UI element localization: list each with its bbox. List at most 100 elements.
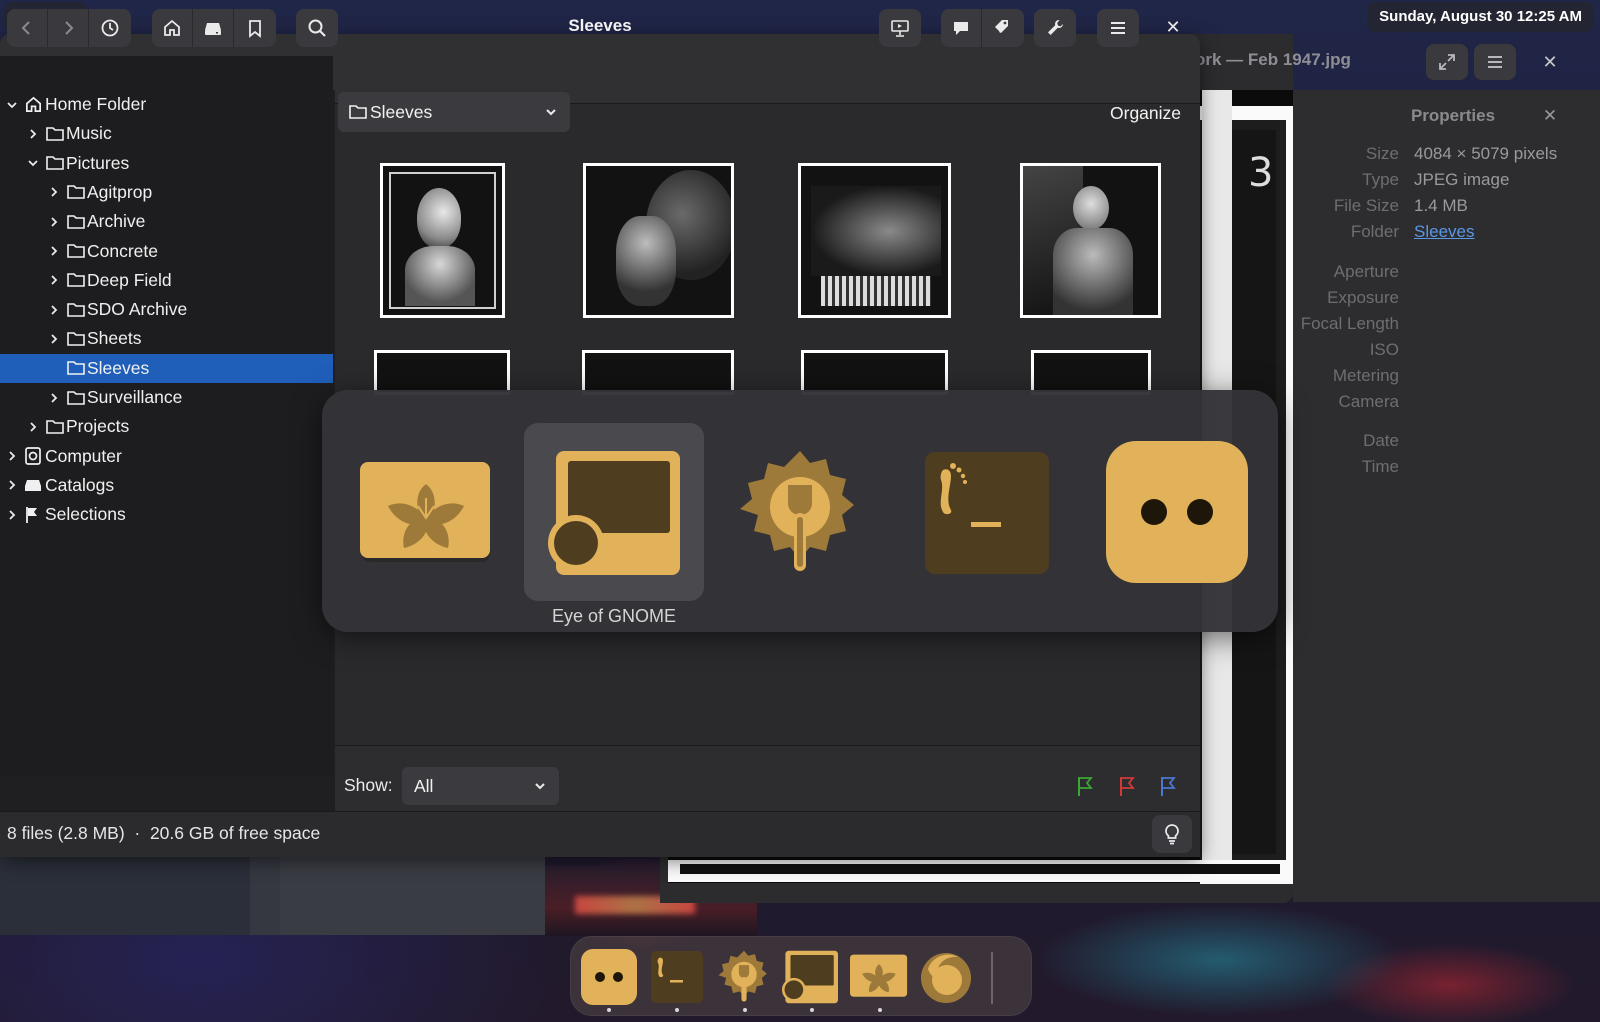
home-icon xyxy=(24,96,44,114)
thumbnail[interactable] xyxy=(798,163,951,318)
folder-icon xyxy=(45,154,65,172)
tree-item-concrete[interactable]: Concrete xyxy=(0,237,333,266)
switcher-app-terminal[interactable] xyxy=(922,449,1052,577)
tree-item-computer[interactable]: Computer xyxy=(0,442,333,471)
blue-flag-icon[interactable] xyxy=(1158,775,1178,797)
wrench-icon xyxy=(1048,20,1063,35)
history-icon xyxy=(101,19,118,37)
filter-dropdown[interactable]: All xyxy=(402,767,559,805)
dock-app-firefox[interactable] xyxy=(917,948,975,1006)
chevron-right-icon[interactable] xyxy=(46,302,62,318)
property-row: Aperture xyxy=(1293,262,1600,284)
chevron-right-icon[interactable] xyxy=(4,448,20,464)
bookmarks-button[interactable] xyxy=(234,9,275,47)
tree-item-label: Archive xyxy=(87,211,146,232)
property-folder-link[interactable]: Sleeves xyxy=(1414,222,1474,242)
viewer-close-button[interactable]: ✕ xyxy=(1536,48,1564,76)
tree-item-selections[interactable]: Selections xyxy=(0,500,333,529)
dock-running-indicator xyxy=(878,1008,882,1012)
dock-app-terminal[interactable] xyxy=(648,948,706,1006)
switcher-app-shotwell[interactable] xyxy=(356,458,496,568)
thumbnail[interactable] xyxy=(582,350,734,395)
settings-gear-icon xyxy=(740,451,854,571)
search-button[interactable] xyxy=(296,9,338,47)
tree-item-projects[interactable]: Projects xyxy=(0,412,333,441)
image-viewer-icon xyxy=(782,950,838,1004)
property-row: Size 4084 × 5079 pixels xyxy=(1293,144,1600,166)
window-close-button[interactable]: ✕ xyxy=(1158,12,1188,42)
tree-item-catalogs[interactable]: Catalogs xyxy=(0,471,333,500)
forward-button[interactable] xyxy=(48,9,89,47)
drive-icon xyxy=(205,23,221,35)
chevron-right-icon[interactable] xyxy=(4,477,20,493)
chevron-right-icon[interactable] xyxy=(46,184,62,200)
thumbnail[interactable] xyxy=(801,350,948,395)
comment-button[interactable] xyxy=(941,9,982,47)
thumbnail[interactable] xyxy=(374,350,510,395)
red-flag-icon[interactable] xyxy=(1117,775,1137,797)
thumbnail[interactable] xyxy=(583,163,734,318)
thumbnail[interactable] xyxy=(1031,350,1151,395)
location-dropdown[interactable]: Sleeves xyxy=(338,92,570,132)
clock[interactable]: Sunday, August 30 12:25 AM xyxy=(1367,2,1594,32)
fullscreen-button[interactable] xyxy=(1426,44,1468,80)
thumbnail[interactable] xyxy=(380,163,505,318)
help-face-icon xyxy=(581,949,637,1005)
property-label: Camera xyxy=(1338,392,1399,411)
dock-app-settings[interactable] xyxy=(715,948,773,1006)
tools-button[interactable] xyxy=(1034,9,1076,47)
chevron-right-icon[interactable] xyxy=(46,243,62,259)
properties-close-button[interactable]: ✕ xyxy=(1538,104,1562,128)
property-row: Exposure xyxy=(1293,288,1600,310)
switcher-app-yelp[interactable] xyxy=(1102,437,1252,587)
tree-item-pictures[interactable]: Pictures xyxy=(0,149,333,178)
tree-item-sheets[interactable]: Sheets xyxy=(0,324,333,353)
help-face-icon xyxy=(1106,441,1248,583)
tree-item-surveillance[interactable]: Surveillance xyxy=(0,383,333,412)
dock-app-yelp[interactable] xyxy=(580,948,638,1006)
chevron-right-icon[interactable] xyxy=(25,419,41,435)
tree-item-agitprop[interactable]: Agitprop xyxy=(0,178,333,207)
back-button[interactable] xyxy=(7,9,48,47)
tree-item-music[interactable]: Music xyxy=(0,119,333,148)
chevron-right-icon[interactable] xyxy=(46,390,62,406)
tip-button[interactable] xyxy=(1152,815,1192,853)
hamburger-menu-icon xyxy=(1111,22,1125,34)
thumbnail[interactable] xyxy=(1020,163,1161,318)
tree-item-sdo-archive[interactable]: SDO Archive xyxy=(0,295,333,324)
tree-item-deep-field[interactable]: Deep Field xyxy=(0,266,333,295)
chevron-right-icon[interactable] xyxy=(46,331,62,347)
properties-title: Properties xyxy=(1410,106,1496,125)
dock-app-eye-of-gnome[interactable] xyxy=(781,948,839,1006)
dock-running-indicator xyxy=(743,1008,747,1012)
property-label: Size xyxy=(1365,144,1399,163)
chevron-right-icon[interactable] xyxy=(4,507,20,523)
organize-button[interactable]: Organize xyxy=(1110,103,1181,124)
main-menu-button[interactable] xyxy=(1097,9,1139,47)
tree-item-home-folder[interactable]: Home Folder xyxy=(0,90,333,119)
viewer-menu-button[interactable] xyxy=(1474,44,1516,80)
chevron-right-icon[interactable] xyxy=(46,214,62,230)
green-flag-icon[interactable] xyxy=(1075,775,1095,797)
location-folder-name: Sleeves xyxy=(370,101,433,122)
thumbnail-image xyxy=(1023,166,1158,315)
home-button[interactable] xyxy=(152,9,193,47)
chevron-right-icon[interactable] xyxy=(25,126,41,142)
tags-button[interactable] xyxy=(982,9,1023,47)
dock-app-shotwell[interactable] xyxy=(850,948,908,1006)
chevron-down-icon[interactable] xyxy=(4,97,20,113)
switcher-app-eye-of-gnome[interactable] xyxy=(546,445,682,580)
history-button[interactable] xyxy=(89,9,130,47)
chevron-down-icon[interactable] xyxy=(25,155,41,171)
drive-button[interactable] xyxy=(193,9,234,47)
property-label: Folder xyxy=(1350,222,1399,241)
folder-icon xyxy=(66,359,86,377)
switcher-app-settings[interactable] xyxy=(737,446,863,580)
tree-item-sleeves[interactable]: Sleeves xyxy=(0,353,333,383)
tree-item-archive[interactable]: Archive xyxy=(0,207,333,236)
property-row: ISO xyxy=(1293,340,1600,362)
background-window xyxy=(0,855,250,935)
chevron-right-icon[interactable] xyxy=(46,272,62,288)
slideshow-button[interactable] xyxy=(879,9,921,47)
tree-item-label: Deep Field xyxy=(87,269,172,290)
